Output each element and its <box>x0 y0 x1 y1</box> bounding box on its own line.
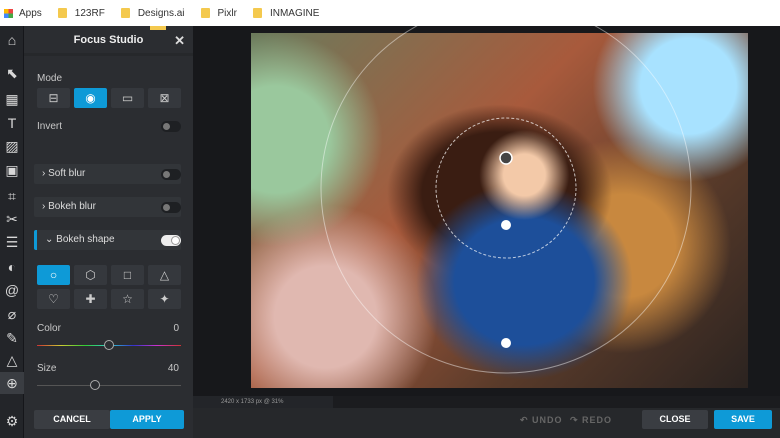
shape-square-button[interactable]: □ <box>111 265 144 285</box>
folder-icon <box>120 8 130 18</box>
color-value: 0 <box>173 323 179 334</box>
mode-label: Mode <box>37 73 63 84</box>
bokeh-blur-toggle[interactable] <box>161 202 181 213</box>
shape-heart-button[interactable]: ♡ <box>37 289 70 309</box>
bookmark-123rf[interactable]: 123RF <box>57 8 105 19</box>
apps-grid-icon <box>4 8 13 18</box>
filter-icon[interactable]: ◐ <box>0 256 24 278</box>
color-slider[interactable] <box>37 340 181 350</box>
color-label: Color <box>37 323 61 334</box>
layout-tool-icon[interactable]: ▦ <box>0 88 24 110</box>
close-button[interactable]: CLOSE <box>642 410 708 429</box>
folder-icon <box>200 8 210 18</box>
soft-blur-toggle[interactable] <box>161 169 181 180</box>
cancel-button[interactable]: CANCEL <box>34 410 110 429</box>
folder-icon <box>57 8 67 18</box>
shape-cross-button[interactable]: ✚ <box>74 289 107 309</box>
bookmarks-bar: Apps 123RF Designs.ai Pixlr INMAGINE <box>0 0 780 26</box>
settings-gear-icon[interactable]: ⚙ <box>0 410 24 432</box>
arrange-tool-icon[interactable]: ⬉ <box>0 62 24 84</box>
undo-button[interactable]: ↶ UNDO <box>520 415 563 426</box>
size-slider[interactable] <box>37 380 181 390</box>
text-tool-icon[interactable]: T <box>0 112 24 134</box>
close-icon[interactable]: ✕ <box>174 33 185 49</box>
bookmark-apps[interactable]: Apps <box>4 8 42 19</box>
home-icon[interactable]: ⌂ <box>0 29 24 51</box>
image-size-status: 2420 x 1733 px @ 31% <box>193 396 333 408</box>
bokeh-shape-row[interactable]: ⌄ Bokeh shape <box>34 230 181 250</box>
outer-radius-handle <box>501 338 511 348</box>
size-value: 40 <box>167 363 179 374</box>
apply-button[interactable]: APPLY <box>110 410 184 429</box>
tool-sidebar: ⌂ ⬉ ▦ T ▨ ▣ ⌗ ✂ ☰ ◐ @ ⌀ ✎ △ ⊕ ⚙ <box>0 26 24 438</box>
color-slider-knob[interactable] <box>104 340 114 350</box>
soft-blur-row[interactable]: › Soft blur <box>34 164 181 184</box>
crop-tool-icon[interactable]: ⌗ <box>0 185 24 207</box>
size-label: Size <box>37 363 57 374</box>
brush-icon[interactable]: ✎ <box>0 327 24 349</box>
invert-label: Invert <box>37 121 63 132</box>
bookmark-pixlr[interactable]: Pixlr <box>200 8 237 19</box>
focus-center-handle <box>499 151 513 165</box>
cutout-scissors-icon[interactable]: ✂ <box>0 208 24 230</box>
shape-sparkle-button[interactable]: ✦ <box>148 289 181 309</box>
mode-bottom-button[interactable]: ▭ <box>111 88 144 108</box>
outer-focus-circle <box>320 26 692 374</box>
bokeh-blur-label: Bokeh blur <box>48 201 96 212</box>
image-tool-icon[interactable]: ▣ <box>0 159 24 181</box>
inner-focus-circle <box>435 117 577 259</box>
draw-triangle-icon[interactable]: △ <box>0 349 24 371</box>
pattern-tool-icon[interactable]: ▨ <box>0 135 24 157</box>
mode-radial-button[interactable]: ◉ <box>74 88 107 108</box>
inner-radius-handle <box>501 220 511 230</box>
soft-blur-label: Soft blur <box>48 168 86 179</box>
bokeh-blur-row[interactable]: › Bokeh blur <box>34 197 181 217</box>
retouch-bandage-icon[interactable]: ⌀ <box>0 303 24 325</box>
bookmark-inmagine[interactable]: INMAGINE <box>252 8 319 19</box>
shape-circle-button[interactable]: ○ <box>37 265 70 285</box>
mode-linear-button[interactable]: ⊟ <box>37 88 70 108</box>
bottom-bar: ↶ UNDO ↷ REDO CLOSE SAVE <box>193 408 780 438</box>
focus-overlay[interactable] <box>193 26 780 396</box>
bokeh-shape-label: Bokeh shape <box>56 234 115 245</box>
size-slider-knob[interactable] <box>89 380 100 390</box>
mode-none-button[interactable]: ⊠ <box>148 88 181 108</box>
focus-globe-icon[interactable]: ⊕ <box>0 372 24 394</box>
focus-studio-panel: Focus Studio ✕ Mode ⊟ ◉ ▭ ⊠ Invert › Sof… <box>24 26 193 438</box>
shape-star-button[interactable]: ☆ <box>111 289 144 309</box>
invert-toggle[interactable] <box>161 121 181 132</box>
shape-hexagon-button[interactable]: ⬡ <box>74 265 107 285</box>
redo-button[interactable]: ↷ REDO <box>570 415 612 426</box>
shape-triangle-button[interactable]: △ <box>148 265 181 285</box>
canvas-area[interactable] <box>193 26 780 396</box>
bokeh-shape-toggle[interactable] <box>161 235 181 246</box>
bookmark-designs-ai[interactable]: Designs.ai <box>120 8 185 19</box>
liquify-swirl-icon[interactable]: @ <box>0 279 24 301</box>
adjust-sliders-icon[interactable]: ☰ <box>0 231 24 253</box>
save-button[interactable]: SAVE <box>714 410 772 429</box>
folder-icon <box>252 8 262 18</box>
panel-title: Focus Studio <box>24 26 193 56</box>
